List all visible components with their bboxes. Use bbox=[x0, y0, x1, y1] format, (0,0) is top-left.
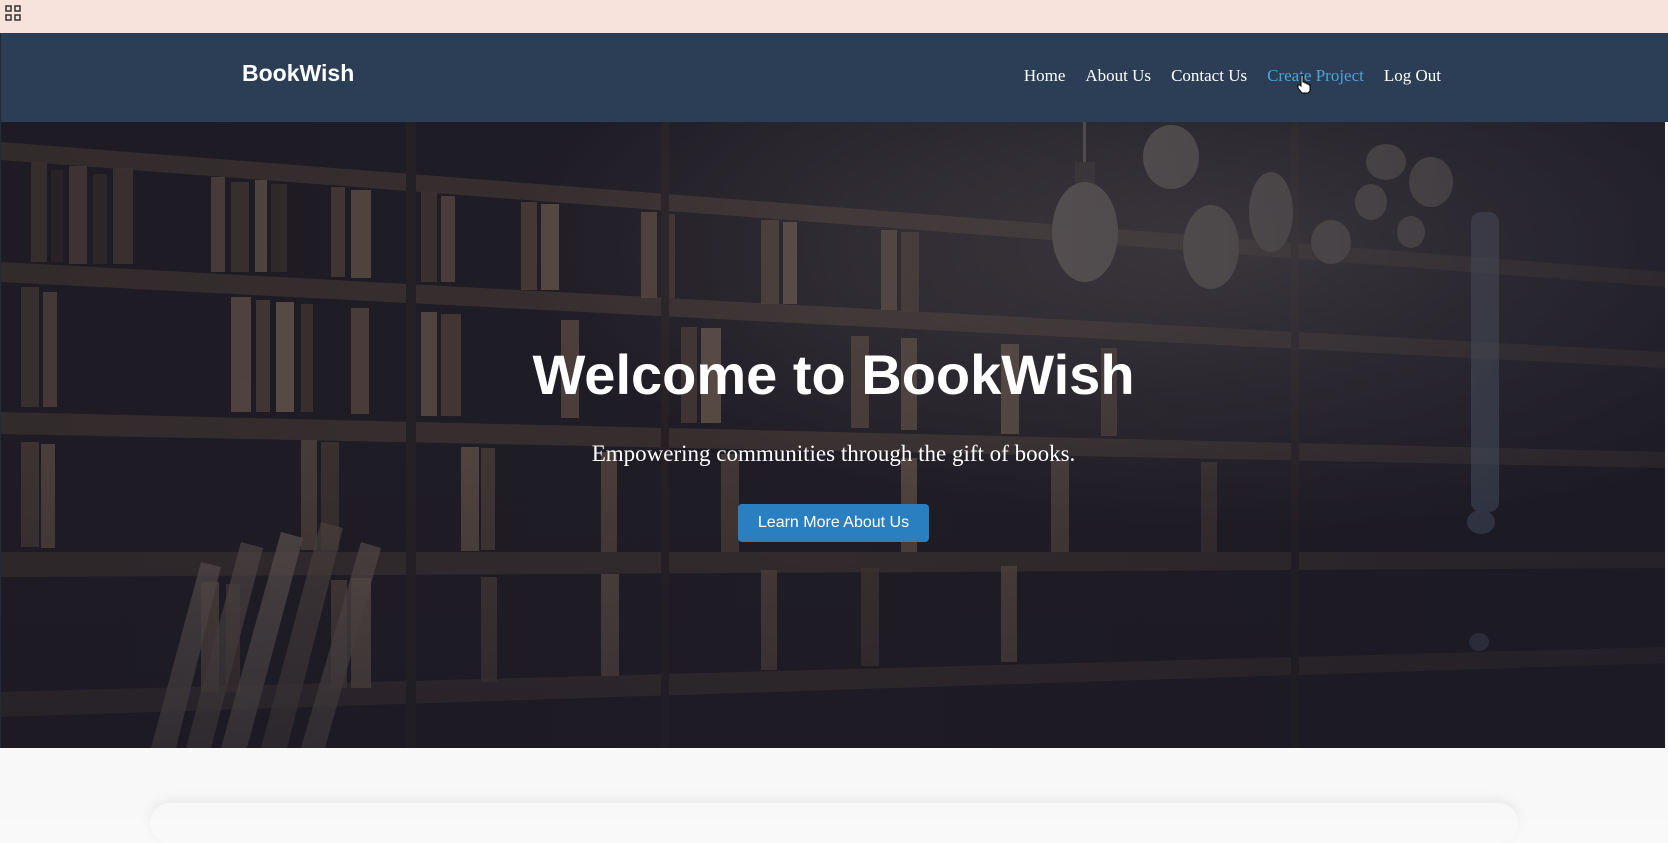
browser-top-bar bbox=[0, 0, 1668, 33]
site-navbar: BookWish Home About Us Contact Us Create… bbox=[0, 33, 1668, 122]
library-bookshelves-photo bbox=[1, 122, 1665, 748]
hand-pointer-icon bbox=[1297, 74, 1311, 94]
nav-link-home[interactable]: Home bbox=[1024, 67, 1066, 84]
site-logo[interactable]: BookWish bbox=[242, 62, 354, 85]
hero-title: Welcome to BookWish bbox=[532, 343, 1135, 406]
hero-subtitle: Empowering communities through the gift … bbox=[591, 441, 1076, 466]
nav-link-create-project[interactable]: Create Project bbox=[1267, 67, 1364, 84]
grid-apps-icon[interactable] bbox=[5, 5, 21, 21]
learn-more-button[interactable]: Learn More About Us bbox=[738, 504, 929, 542]
nav-link-log-out[interactable]: Log Out bbox=[1384, 67, 1441, 84]
section-card-edge bbox=[150, 803, 1518, 843]
hero-section: Welcome to BookWish Empowering communiti… bbox=[0, 122, 1665, 748]
next-section bbox=[0, 748, 1668, 819]
nav-link-contact-us[interactable]: Contact Us bbox=[1171, 67, 1247, 84]
nav-links: Home About Us Contact Us Create Project … bbox=[1024, 67, 1441, 84]
nav-link-about-us[interactable]: About Us bbox=[1085, 67, 1151, 84]
